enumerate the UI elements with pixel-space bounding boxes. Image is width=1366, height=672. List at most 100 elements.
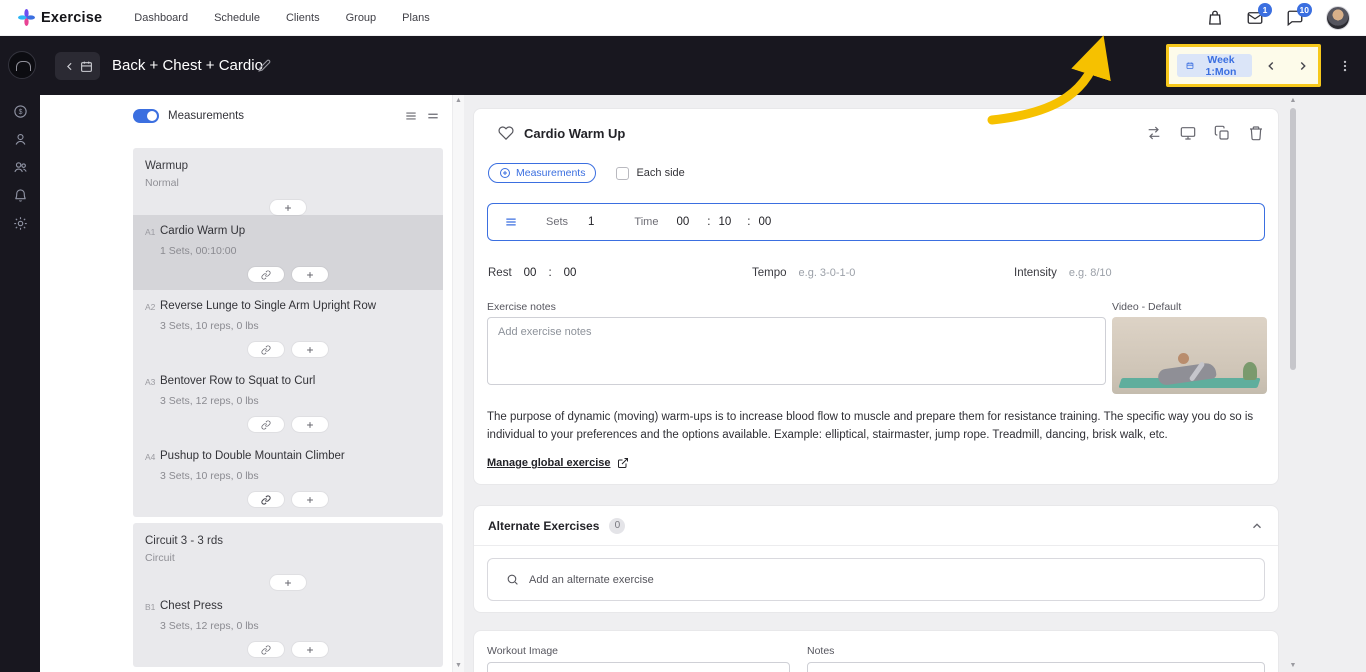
next-day-icon[interactable] [1296, 59, 1310, 73]
org-logo[interactable] [8, 51, 36, 79]
nav-clients[interactable]: Clients [286, 12, 320, 24]
exercise-item-a3[interactable]: A3 Bentover Row to Squat to Curl 3 Sets,… [133, 365, 443, 440]
rest-label: Rest [488, 267, 512, 279]
alternate-search-input[interactable] [529, 573, 1246, 586]
nav-group[interactable]: Group [346, 12, 377, 24]
section-circuit: Circuit 3 - 3 rds Circuit B1 Chest Press… [133, 523, 443, 667]
exercise-code: A2 [145, 302, 156, 312]
unlink-button[interactable] [248, 417, 284, 432]
section-header: Circuit 3 - 3 rds Circuit [133, 523, 443, 564]
video-display-icon[interactable] [1180, 125, 1196, 141]
add-exercise-button[interactable] [292, 342, 328, 357]
unlink-button[interactable] [248, 267, 284, 282]
scroll-down-icon[interactable]: ▼ [455, 662, 462, 670]
video-thumbnail[interactable] [1112, 317, 1267, 394]
add-exercise-button[interactable] [292, 642, 328, 657]
exercise-code: B1 [145, 602, 156, 612]
groups-icon[interactable] [0, 153, 40, 181]
exercise-detail: 3 Sets, 10 reps, 0 lbs [160, 470, 259, 482]
nav-plans[interactable]: Plans [402, 12, 430, 24]
swap-exercise-icon[interactable] [1146, 125, 1162, 141]
list-menu-icon[interactable] [404, 109, 418, 123]
alternate-search-box[interactable] [487, 558, 1265, 601]
exercise-item-a2[interactable]: A2 Reverse Lunge to Single Arm Upright R… [133, 290, 443, 365]
workout-image-input[interactable] [487, 662, 790, 672]
scroll-up-icon[interactable]: ▲ [1290, 97, 1297, 105]
manage-global-exercise-link[interactable]: Manage global exercise [487, 457, 629, 469]
settings-gear-icon[interactable] [0, 209, 40, 237]
scrollbar-thumb[interactable] [1290, 108, 1296, 370]
add-exercise-button[interactable] [292, 417, 328, 432]
sets-label: Sets [546, 216, 569, 228]
editor-scrollbar[interactable]: ▲ ▼ [1288, 95, 1298, 672]
exercise-list: Warmup Normal A1 Cardio Warm Up 1 Sets, … [133, 148, 443, 667]
notifications-bell-icon[interactable] [0, 181, 40, 209]
measurements-toggle[interactable] [133, 109, 159, 123]
favorite-heart-icon[interactable] [498, 125, 514, 141]
scroll-down-icon[interactable]: ▼ [1290, 662, 1297, 670]
user-avatar[interactable] [1326, 5, 1350, 30]
time-minutes-value[interactable]: 10 [718, 216, 731, 228]
collapse-all-icon[interactable] [426, 109, 440, 123]
mail-icon[interactable]: 1 [1246, 2, 1272, 27]
rest-minutes-value[interactable]: 00 [524, 267, 537, 279]
unlink-button[interactable] [248, 642, 284, 657]
exercise-list-panel: Measurements Warmup Normal A1 Cardio War… [40, 95, 452, 672]
scroll-up-icon[interactable]: ▲ [455, 97, 462, 105]
week-calendar-icon [1186, 62, 1194, 69]
each-side-checkbox[interactable] [616, 166, 630, 180]
brand-logo-icon [18, 9, 35, 26]
left-rail: $ [0, 95, 40, 672]
add-exercise-button[interactable] [292, 492, 328, 507]
measurements-button[interactable]: Measurements [488, 163, 597, 183]
exercise-item-a1[interactable]: A1 Cardio Warm Up 1 Sets, 00:10:00 [133, 215, 443, 290]
week-selector-button[interactable]: Week 1:Mon [1177, 54, 1252, 78]
workout-meta-card: Workout Image Notes [473, 630, 1279, 672]
exercise-item-b1[interactable]: B1 Chest Press 3 Sets, 12 reps, 0 lbs [133, 590, 443, 665]
brand[interactable]: Exercise [18, 9, 102, 26]
exercise-name: Bentover Row to Squat to Curl [160, 375, 316, 387]
workout-notes-label: Notes [807, 645, 835, 657]
add-exercise-button[interactable] [292, 267, 328, 282]
video-label: Video - Default [1112, 301, 1182, 313]
workout-header: Back + Chest + Cardio Week 1:Mon [0, 36, 1366, 95]
nav-dashboard[interactable]: Dashboard [134, 12, 188, 24]
prev-day-icon[interactable] [1264, 59, 1278, 73]
rest-seconds-value[interactable]: 00 [564, 267, 577, 279]
sets-value[interactable]: 1 [588, 216, 594, 228]
link-button[interactable] [248, 492, 284, 507]
chat-icon[interactable]: 10 [1286, 2, 1312, 27]
exercise-item-a4[interactable]: A4 Pushup to Double Mountain Climber 3 S… [133, 440, 443, 515]
edit-title-icon[interactable] [258, 59, 271, 72]
exercise-code: A1 [145, 227, 156, 237]
back-button-group[interactable] [55, 52, 100, 80]
mail-badge: 1 [1258, 2, 1272, 17]
add-exercise-button[interactable] [270, 200, 306, 215]
search-icon [507, 574, 518, 585]
intensity-input[interactable] [1068, 267, 1159, 279]
delete-trash-icon[interactable] [1248, 125, 1264, 141]
collapse-chevron-up-icon[interactable] [1250, 519, 1264, 533]
nav-schedule[interactable]: Schedule [214, 12, 260, 24]
duplicate-icon[interactable] [1214, 125, 1230, 141]
exercise-detail: 3 Sets, 12 reps, 0 lbs [160, 620, 259, 632]
store-bag-icon[interactable] [1206, 9, 1224, 27]
unlink-button[interactable] [248, 342, 284, 357]
more-options-icon[interactable] [1338, 58, 1352, 74]
exercise-name: Reverse Lunge to Single Arm Upright Row [160, 300, 377, 312]
left-panel-scrollbar[interactable]: ▲ ▼ [452, 95, 464, 672]
tempo-input[interactable] [798, 267, 889, 279]
time-hours-value[interactable]: 00 [676, 216, 689, 228]
rest-tempo-intensity-row: Rest 00 : 00 Tempo Intensity [474, 267, 1278, 285]
alternate-exercises-title: Alternate Exercises [488, 518, 600, 533]
workout-notes-input[interactable] [807, 662, 1265, 672]
drag-handle-icon[interactable] [504, 215, 518, 229]
exercise-name: Pushup to Double Mountain Climber [160, 450, 345, 462]
measurements-button-label: Measurements [516, 167, 586, 179]
set-row[interactable]: Sets 1 Time 00 : 10 : 00 [487, 203, 1265, 241]
client-icon[interactable] [0, 125, 40, 153]
add-exercise-button[interactable] [270, 575, 306, 590]
exercise-notes-input[interactable] [487, 317, 1106, 385]
billing-icon[interactable]: $ [0, 97, 40, 125]
time-seconds-value[interactable]: 00 [758, 216, 771, 228]
